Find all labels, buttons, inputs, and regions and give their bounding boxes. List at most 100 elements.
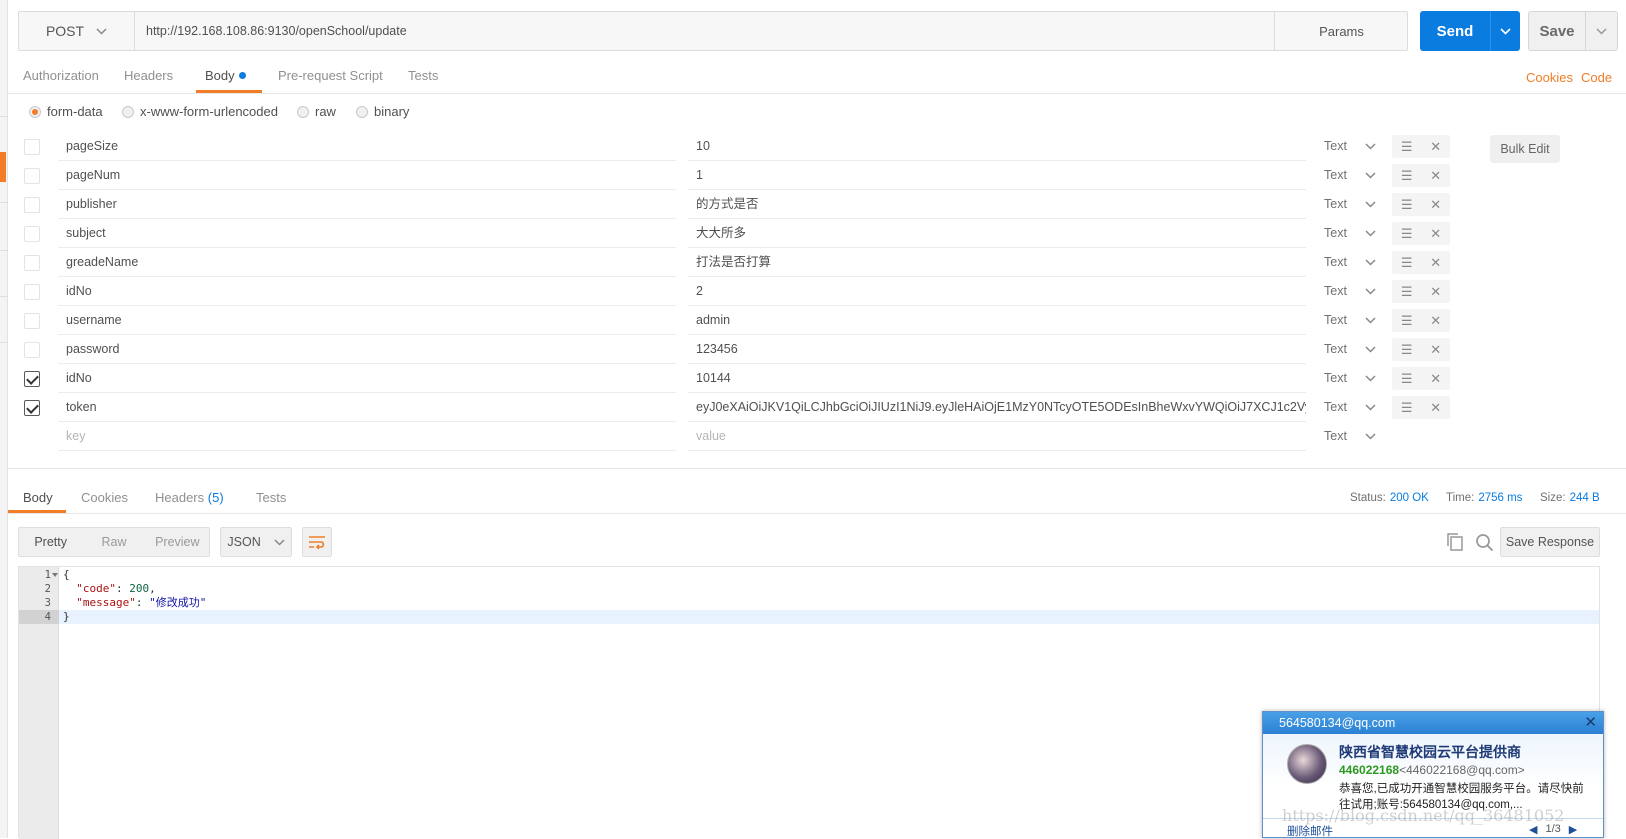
- response-tab-headers[interactable]: Headers (5): [155, 490, 224, 505]
- drag-handle-icon[interactable]: ☰: [1401, 371, 1413, 387]
- fold-arrow-icon[interactable]: [52, 573, 58, 577]
- param-value-input[interactable]: 打法是否打算: [688, 248, 1306, 277]
- param-type-select[interactable]: Text: [1324, 364, 1376, 393]
- method-select[interactable]: POST: [19, 12, 135, 50]
- row-enable-checkbox[interactable]: [24, 313, 40, 329]
- param-type-select[interactable]: Text: [1324, 335, 1376, 364]
- delete-row-icon[interactable]: ✕: [1430, 197, 1441, 213]
- delete-row-icon[interactable]: ✕: [1430, 139, 1441, 155]
- save-button[interactable]: Save: [1528, 11, 1618, 51]
- new-param-row: key value Text: [0, 422, 1626, 451]
- param-value-input[interactable]: 大大所多: [688, 219, 1306, 248]
- close-icon[interactable]: ✕: [1584, 714, 1597, 732]
- delete-row-icon[interactable]: ✕: [1430, 342, 1441, 358]
- param-key-input[interactable]: subject: [58, 219, 676, 248]
- drag-handle-icon[interactable]: ☰: [1401, 197, 1413, 213]
- param-value-input[interactable]: admin: [688, 306, 1306, 335]
- param-key-input[interactable]: publisher: [58, 190, 676, 219]
- drag-handle-icon[interactable]: ☰: [1401, 255, 1413, 271]
- param-value-input[interactable]: 10144: [688, 364, 1306, 393]
- param-key-input[interactable]: idNo: [58, 364, 676, 393]
- param-type-select[interactable]: Text: [1324, 393, 1376, 422]
- param-type-select[interactable]: Text: [1324, 132, 1376, 161]
- param-type-select[interactable]: Text: [1324, 277, 1376, 306]
- url-input[interactable]: [136, 12, 1274, 50]
- param-value-input[interactable]: 的方式是否: [688, 190, 1306, 219]
- param-key-input[interactable]: password: [58, 335, 676, 364]
- tab-tests[interactable]: Tests: [408, 68, 438, 92]
- response-tab-tests[interactable]: Tests: [256, 490, 286, 505]
- param-value-input[interactable]: 123456: [688, 335, 1306, 364]
- delete-row-icon[interactable]: ✕: [1430, 313, 1441, 329]
- send-button[interactable]: Send: [1420, 11, 1520, 51]
- radio-raw[interactable]: raw: [297, 104, 336, 119]
- drag-handle-icon[interactable]: ☰: [1401, 400, 1413, 416]
- notification-title[interactable]: 陕西省智慧校园云平台提供商: [1339, 742, 1521, 762]
- param-type-select[interactable]: Text: [1324, 306, 1376, 335]
- send-options-button[interactable]: [1490, 11, 1520, 51]
- param-key-input[interactable]: pageSize: [58, 132, 676, 161]
- response-tab-body[interactable]: Body: [23, 490, 53, 505]
- param-value-input[interactable]: 1: [688, 161, 1306, 190]
- param-type-select[interactable]: Text: [1324, 219, 1376, 248]
- row-enable-checkbox[interactable]: [24, 400, 40, 416]
- new-value-input[interactable]: value: [688, 422, 1306, 451]
- param-type-select[interactable]: Text: [1324, 190, 1376, 219]
- param-key-input[interactable]: pageNum: [58, 161, 676, 190]
- tab-body[interactable]: Body: [205, 68, 246, 92]
- radio-binary[interactable]: binary: [356, 104, 409, 119]
- delete-row-icon[interactable]: ✕: [1430, 371, 1441, 387]
- param-value-input[interactable]: 2: [688, 277, 1306, 306]
- row-enable-checkbox[interactable]: [24, 139, 40, 155]
- drag-handle-icon[interactable]: ☰: [1401, 139, 1413, 155]
- drag-handle-icon[interactable]: ☰: [1401, 168, 1413, 184]
- delete-row-icon[interactable]: ✕: [1430, 255, 1441, 271]
- delete-row-icon[interactable]: ✕: [1430, 284, 1441, 300]
- save-response-button[interactable]: Save Response: [1500, 527, 1600, 557]
- drag-handle-icon[interactable]: ☰: [1401, 226, 1413, 242]
- tab-headers[interactable]: Headers: [124, 68, 173, 92]
- delete-row-icon[interactable]: ✕: [1430, 168, 1441, 184]
- view-preview-button[interactable]: Preview: [146, 528, 209, 556]
- format-select[interactable]: JSON: [220, 527, 292, 557]
- delete-mail-link[interactable]: 删除邮件: [1287, 823, 1333, 839]
- row-enable-checkbox[interactable]: [24, 226, 40, 242]
- save-options-button[interactable]: [1585, 12, 1617, 50]
- row-enable-checkbox[interactable]: [24, 342, 40, 358]
- param-type-select[interactable]: Text: [1324, 422, 1376, 451]
- param-type-select[interactable]: Text: [1324, 248, 1376, 277]
- delete-row-icon[interactable]: ✕: [1430, 400, 1441, 416]
- view-raw-button[interactable]: Raw: [82, 528, 145, 556]
- radio-form-data[interactable]: form-data: [29, 104, 103, 119]
- drag-handle-icon[interactable]: ☰: [1401, 342, 1413, 358]
- code-link[interactable]: Code: [1581, 70, 1612, 85]
- param-key-input[interactable]: username: [58, 306, 676, 335]
- next-arrow-icon[interactable]: ▶: [1569, 823, 1577, 836]
- param-key-input[interactable]: greadeName: [58, 248, 676, 277]
- param-value-input[interactable]: eyJ0eXAiOiJKV1QiLCJhbGciOiJIUzI1NiJ9.eyJ…: [688, 393, 1306, 422]
- params-button[interactable]: Params: [1274, 12, 1408, 50]
- param-value-input[interactable]: 10: [688, 132, 1306, 161]
- tab-pre-request-script[interactable]: Pre-request Script: [278, 68, 383, 92]
- param-key-input[interactable]: token: [58, 393, 676, 422]
- row-enable-checkbox[interactable]: [24, 255, 40, 271]
- drag-handle-icon[interactable]: ☰: [1401, 284, 1413, 300]
- row-enable-checkbox[interactable]: [24, 284, 40, 300]
- search-icon[interactable]: [1475, 533, 1494, 552]
- new-key-input[interactable]: key: [58, 422, 676, 451]
- response-tab-cookies[interactable]: Cookies: [81, 490, 128, 505]
- row-enable-checkbox[interactable]: [24, 197, 40, 213]
- tab-authorization[interactable]: Authorization: [23, 68, 99, 92]
- radio-x-www-form-urlencoded[interactable]: x-www-form-urlencoded: [122, 104, 278, 119]
- wrap-lines-button[interactable]: [302, 527, 332, 557]
- cookies-link[interactable]: Cookies: [1526, 70, 1573, 85]
- row-enable-checkbox[interactable]: [24, 168, 40, 184]
- table-row: pageSize 10 Text ☰ ✕: [0, 132, 1626, 161]
- view-pretty-button[interactable]: Pretty: [19, 528, 82, 556]
- param-type-select[interactable]: Text: [1324, 161, 1376, 190]
- copy-icon[interactable]: [1446, 533, 1464, 551]
- row-enable-checkbox[interactable]: [24, 371, 40, 387]
- delete-row-icon[interactable]: ✕: [1430, 226, 1441, 242]
- param-key-input[interactable]: idNo: [58, 277, 676, 306]
- drag-handle-icon[interactable]: ☰: [1401, 313, 1413, 329]
